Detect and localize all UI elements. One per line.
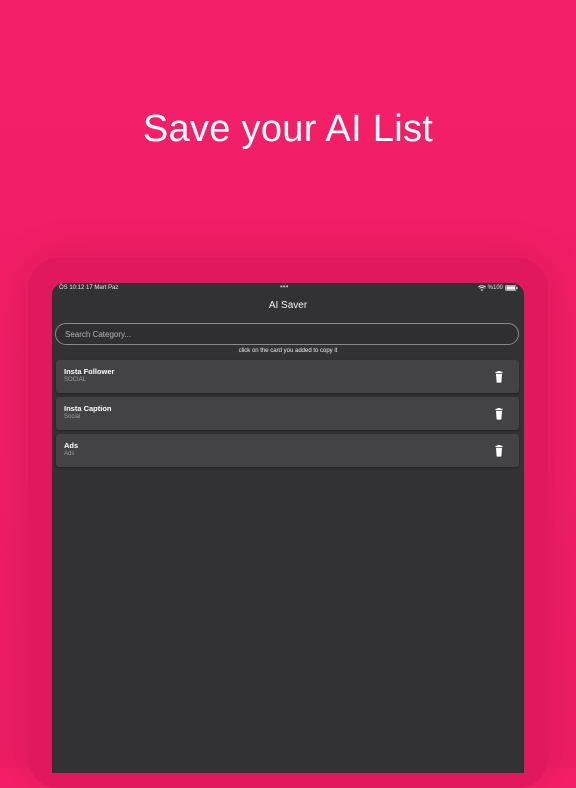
- search-field[interactable]: [55, 323, 519, 345]
- card-category: SOCIAL: [64, 377, 87, 383]
- app-title: AI Saver: [268, 300, 308, 311]
- status-bar: ÖS 10:12 17 Mart Paz ••• %100: [52, 283, 524, 295]
- category-card[interactable]: Ads Ads: [56, 434, 519, 467]
- trash-icon[interactable]: [494, 408, 504, 420]
- multitasking-dots-icon[interactable]: •••: [280, 283, 288, 291]
- app-screen: ÖS 10:12 17 Mart Paz ••• %100 AI Saver S…: [52, 283, 524, 773]
- trash-icon[interactable]: [494, 371, 504, 383]
- card-category: Social: [64, 414, 81, 420]
- battery-icon: [505, 285, 518, 291]
- marketing-headline: Save your AI List: [142, 108, 434, 150]
- status-time: ÖS 10:12 17 Mart Paz: [59, 285, 119, 291]
- trash-icon[interactable]: [494, 445, 504, 457]
- card-category: Ads: [64, 451, 75, 457]
- status-right-group: %100: [477, 285, 518, 291]
- card-title: Ads: [64, 441, 79, 450]
- card-title: Insta Follower: [64, 367, 115, 376]
- navigation-bar: AI Saver: [52, 295, 524, 319]
- card-title: Insta Caption: [64, 404, 112, 413]
- category-card[interactable]: Insta Follower SOCIAL: [56, 360, 519, 393]
- search-input[interactable]: [65, 328, 505, 340]
- copy-hint: click on the card you added to copy it: [238, 348, 338, 354]
- category-card[interactable]: Insta Caption Social: [56, 397, 519, 430]
- wifi-icon: [477, 285, 486, 291]
- battery-percent: %100: [487, 285, 503, 291]
- category-card-list: Insta Follower SOCIAL Insta Caption Soci…: [56, 360, 519, 471]
